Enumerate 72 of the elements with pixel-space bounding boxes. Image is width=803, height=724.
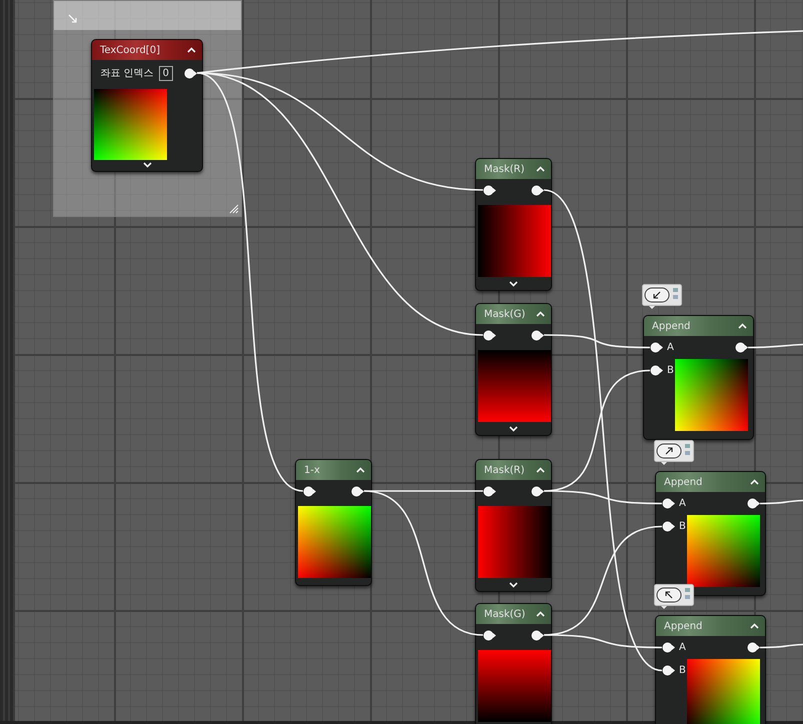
output-pin[interactable] bbox=[747, 642, 760, 653]
pin-label: B bbox=[667, 364, 674, 378]
output-pin[interactable] bbox=[531, 184, 544, 196]
graph-node[interactable]: Mask(G) bbox=[475, 603, 552, 724]
node-title: Append bbox=[664, 620, 702, 634]
output-pin[interactable] bbox=[531, 630, 544, 640]
pin-label: B bbox=[679, 520, 686, 534]
node-title: Mask(R) bbox=[484, 162, 525, 176]
comment-bubble-drawing[interactable] bbox=[654, 584, 694, 610]
input-label: 좌표 인덱스 bbox=[100, 66, 154, 80]
collapse-icon[interactable] bbox=[536, 611, 545, 617]
wire[interactable] bbox=[196, 72, 304, 492]
output-pin[interactable] bbox=[351, 486, 364, 496]
input-pin[interactable] bbox=[662, 665, 675, 676]
wire[interactable] bbox=[364, 490, 484, 636]
collapse-icon[interactable] bbox=[536, 311, 545, 317]
collapse-icon[interactable] bbox=[738, 323, 747, 329]
expand-icon[interactable] bbox=[509, 582, 518, 588]
pin-label: A bbox=[667, 341, 674, 355]
collapse-icon[interactable] bbox=[536, 166, 545, 172]
comment-bubble-drawing[interactable] bbox=[642, 284, 682, 310]
pin-label: A bbox=[679, 497, 686, 511]
wire[interactable] bbox=[760, 644, 803, 648]
wire[interactable] bbox=[760, 500, 803, 504]
output-pin[interactable] bbox=[747, 498, 760, 509]
input-pin[interactable] bbox=[303, 486, 316, 496]
collapse-icon[interactable] bbox=[536, 467, 545, 473]
node-title: Mask(G) bbox=[484, 608, 526, 622]
expand-icon[interactable] bbox=[142, 162, 152, 168]
collapse-icon[interactable] bbox=[750, 623, 759, 629]
collapse-icon[interactable] bbox=[750, 479, 759, 485]
output-pin[interactable] bbox=[531, 330, 544, 340]
node-title: TexCoord[0] bbox=[100, 44, 160, 58]
comment-bubble-drawing[interactable] bbox=[654, 440, 694, 466]
expand-icon[interactable] bbox=[509, 426, 518, 432]
output-pin[interactable] bbox=[531, 486, 544, 496]
graph-node[interactable]: Append A B bbox=[655, 471, 766, 596]
input-pin[interactable] bbox=[662, 498, 675, 509]
node-title: Mask(G) bbox=[484, 308, 526, 322]
output-pin[interactable] bbox=[184, 68, 197, 78]
input-pin[interactable] bbox=[483, 330, 496, 340]
graph-node[interactable]: TexCoord[0] 좌표 인덱스 0 bbox=[91, 39, 203, 172]
collapse-icon[interactable] bbox=[187, 47, 196, 53]
input-pin[interactable] bbox=[662, 642, 675, 653]
node-title: Mask(R) bbox=[484, 464, 525, 478]
pin-label: A bbox=[679, 641, 686, 655]
node-title: 1-x bbox=[304, 464, 320, 478]
graph-node[interactable]: Append A B bbox=[655, 615, 766, 724]
node-title: Append bbox=[664, 476, 702, 490]
wire[interactable] bbox=[748, 344, 803, 348]
input-pin[interactable] bbox=[662, 521, 675, 532]
input-pin[interactable] bbox=[483, 630, 496, 640]
wire[interactable] bbox=[544, 634, 662, 648]
wire[interactable] bbox=[196, 30, 803, 74]
wire[interactable] bbox=[544, 490, 662, 504]
arrow-icon bbox=[68, 14, 78, 24]
graph-node[interactable]: Mask(R) bbox=[475, 459, 552, 592]
expand-icon[interactable] bbox=[509, 281, 518, 287]
input-pin[interactable] bbox=[483, 486, 496, 496]
input-pin[interactable] bbox=[650, 365, 663, 376]
resize-handle-icon[interactable] bbox=[229, 204, 239, 214]
graph-node[interactable]: Mask(R) bbox=[475, 158, 552, 291]
wire[interactable] bbox=[544, 334, 650, 348]
input-pin[interactable] bbox=[650, 342, 663, 353]
pin-label: B bbox=[679, 664, 686, 678]
collapse-icon[interactable] bbox=[356, 467, 365, 473]
output-pin[interactable] bbox=[735, 342, 748, 353]
node-title: Append bbox=[652, 320, 690, 334]
index-field[interactable]: 0 bbox=[158, 66, 173, 80]
graph-node[interactable]: Append A B bbox=[643, 315, 754, 440]
graph-node[interactable]: Mask(G) bbox=[475, 303, 552, 436]
input-pin[interactable] bbox=[483, 184, 496, 196]
